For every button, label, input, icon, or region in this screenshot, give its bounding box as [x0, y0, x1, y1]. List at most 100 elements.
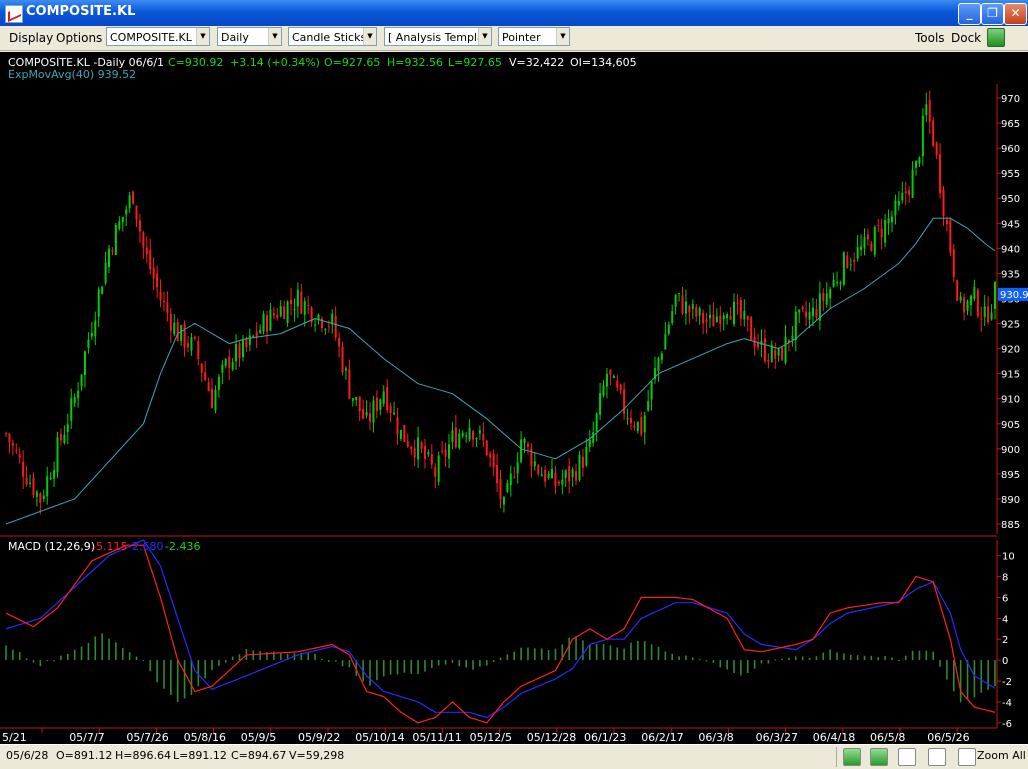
- macd-tick-label: 4: [1002, 614, 1008, 625]
- symbol-combo[interactable]: COMPOSITE.KL ▼: [106, 27, 210, 46]
- candle-body: [664, 334, 667, 350]
- candle-body: [643, 415, 646, 433]
- candle-body: [509, 473, 512, 486]
- candle-body: [265, 315, 268, 332]
- zoom-in-icon[interactable]: [928, 748, 946, 766]
- cursor-combo[interactable]: Pointer ▼: [498, 27, 570, 46]
- candle-body: [856, 247, 859, 259]
- candle-body: [544, 469, 547, 482]
- histogram-bar: [121, 648, 124, 661]
- window-titlebar[interactable]: COMPOSITE.KL _ ❐ ✕: [0, 0, 1028, 26]
- candle-body: [204, 372, 207, 380]
- candle-body: [520, 439, 523, 462]
- candle-body: [53, 470, 56, 479]
- candle-body: [832, 280, 835, 287]
- histogram-bar: [980, 660, 983, 693]
- histogram-bar: [918, 650, 921, 661]
- candle-body: [341, 346, 344, 373]
- chart-area[interactable]: 8858908959009059109159209259309359409459…: [0, 52, 1028, 744]
- candle-body: [956, 280, 959, 301]
- candle-body: [132, 191, 135, 204]
- candle-body: [228, 356, 231, 368]
- chevron-down-icon[interactable]: ▼: [556, 28, 569, 45]
- scroll-left-icon[interactable]: [843, 748, 861, 766]
- candle-body: [842, 252, 845, 285]
- histogram-bar: [513, 651, 516, 661]
- period-combo[interactable]: Daily ▼: [217, 27, 282, 46]
- histogram-bar: [650, 644, 653, 661]
- histogram-bar: [685, 655, 687, 661]
- last-price-label: 930.9: [1000, 290, 1028, 301]
- template-combo[interactable]: [ Analysis Templa ▼: [384, 27, 492, 46]
- quote-low: L=927.65: [448, 56, 502, 69]
- histogram-bar: [67, 653, 69, 661]
- candle-body: [152, 267, 155, 279]
- candle-body: [231, 362, 234, 370]
- date-tick-label: 05/9/22: [298, 731, 340, 744]
- candle-body: [623, 389, 626, 414]
- histogram-bar: [307, 653, 309, 661]
- histogram-bar: [760, 660, 763, 664]
- histogram-bar: [643, 641, 646, 661]
- date-tick-label: 06/3/27: [756, 731, 798, 744]
- candle-body: [485, 440, 488, 456]
- candle-body: [585, 447, 588, 466]
- status-open: O=891.12: [56, 749, 113, 762]
- candle-body: [987, 306, 990, 323]
- candle-body: [588, 439, 591, 447]
- chevron-down-icon[interactable]: ▼: [268, 28, 281, 45]
- candle-body: [949, 219, 952, 253]
- candle-body: [241, 339, 244, 358]
- candle-body: [554, 472, 557, 486]
- candle-body: [197, 341, 200, 359]
- chevron-down-icon[interactable]: ▼: [196, 28, 209, 45]
- chevron-down-icon[interactable]: ▼: [478, 28, 491, 45]
- candle-body: [887, 218, 890, 224]
- candle-body: [73, 397, 76, 403]
- minimize-button[interactable]: _: [958, 3, 981, 25]
- maximize-button[interactable]: ❐: [981, 3, 1004, 25]
- candle-body: [138, 220, 141, 232]
- zoom-out-icon[interactable]: [898, 748, 916, 766]
- candle-body: [159, 291, 162, 300]
- candle-body: [307, 304, 310, 306]
- chart-svg[interactable]: 8858908959009059109159209259309359409459…: [0, 52, 1028, 744]
- chevron-down-icon[interactable]: ▼: [363, 28, 376, 45]
- histogram-bar: [705, 660, 708, 662]
- histogram-bar: [431, 660, 433, 669]
- histogram-bar: [863, 655, 866, 661]
- price-tick-label: 970: [1001, 94, 1020, 105]
- chart-style-combo[interactable]: Candle Sticks ▼: [288, 27, 377, 46]
- histogram-bar: [170, 660, 172, 695]
- candle-body: [444, 449, 447, 457]
- menu-display[interactable]: Display: [9, 31, 53, 45]
- scroll-right-icon[interactable]: [870, 748, 888, 766]
- dock-icon[interactable]: [987, 28, 1005, 47]
- histogram-bar: [602, 644, 605, 661]
- menu-tools[interactable]: Tools: [915, 31, 945, 45]
- close-button[interactable]: ✕: [1004, 3, 1027, 25]
- histogram-bar: [465, 660, 467, 668]
- candle-body: [475, 438, 478, 440]
- candle-body: [973, 286, 976, 300]
- candle-body: [303, 301, 306, 315]
- zoom-all-label[interactable]: Zoom All: [977, 749, 1026, 762]
- candle-body: [963, 297, 966, 313]
- candle-body: [458, 433, 461, 448]
- candle-body: [478, 430, 481, 434]
- histogram-bar: [534, 648, 536, 661]
- candle-body: [502, 496, 505, 505]
- candle-body: [915, 160, 918, 168]
- candle-body: [994, 281, 996, 309]
- menu-dock[interactable]: Dock: [951, 31, 981, 45]
- zoom-all-icon[interactable]: [958, 748, 976, 766]
- candle-body: [980, 318, 983, 320]
- histogram-bar: [492, 660, 495, 663]
- candle-body: [815, 308, 818, 318]
- histogram-bar: [939, 660, 941, 667]
- candle-body: [739, 300, 742, 319]
- price-tick-label: 965: [1001, 119, 1020, 130]
- menu-options[interactable]: Options: [56, 31, 102, 45]
- histogram-bar: [753, 660, 756, 669]
- candle-body: [29, 482, 32, 484]
